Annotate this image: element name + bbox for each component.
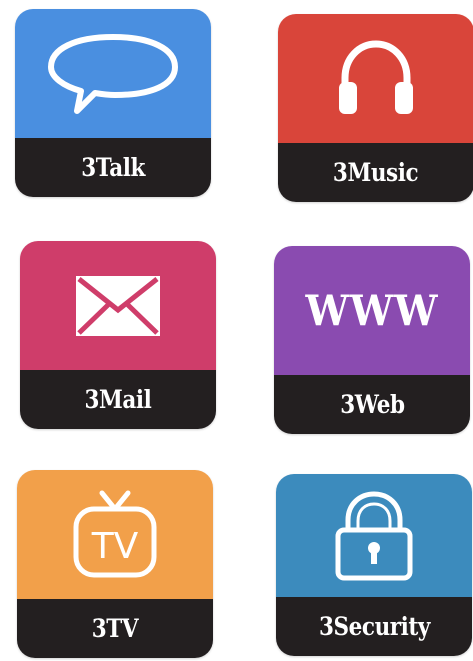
tile-label: 3Talk [81, 153, 145, 182]
padlock-icon [332, 490, 416, 582]
tile-3music[interactable]: 3Music [278, 14, 473, 202]
tile-3web-label-bar: 3Web [274, 375, 470, 434]
tile-label: 3Web [339, 390, 405, 419]
tile-3security[interactable]: 3Security [276, 474, 472, 656]
tile-3security-background [276, 474, 472, 597]
headphones-icon [331, 34, 421, 124]
tile-label: 3TV [91, 614, 139, 643]
app-grid: { "tiles": [ {"id": "talk", "label": "3T… [0, 0, 473, 661]
tile-3tv-label-bar: 3TV [17, 599, 213, 658]
www-text: WWW [305, 286, 439, 335]
tile-3tv-background: TV [17, 470, 213, 599]
tile-label: 3Mail [84, 385, 152, 414]
tile-3music-label-bar: 3Music [278, 143, 473, 202]
tile-3talk-background [15, 9, 211, 138]
tile-3music-background [278, 14, 473, 143]
tile-3mail[interactable]: 3Mail [20, 241, 216, 429]
tile-label: 3Security [318, 612, 430, 641]
envelope-icon [76, 275, 160, 336]
tv-icon: TV [70, 489, 160, 581]
tile-3web[interactable]: WWW 3Web [274, 246, 470, 434]
tile-label: 3Music [333, 158, 419, 187]
www-icon: WWW [300, 286, 445, 335]
tile-3tv[interactable]: TV 3TV [17, 470, 213, 658]
tile-3talk-label-bar: 3Talk [15, 138, 211, 197]
tile-3security-label-bar: 3Security [276, 597, 472, 656]
speech-bubble-icon [43, 29, 183, 119]
tile-3mail-background [20, 241, 216, 370]
tile-3talk[interactable]: 3Talk [15, 9, 211, 197]
tv-text: TV [91, 526, 139, 567]
tile-3web-background: WWW [274, 246, 470, 375]
tile-3mail-label-bar: 3Mail [20, 370, 216, 429]
